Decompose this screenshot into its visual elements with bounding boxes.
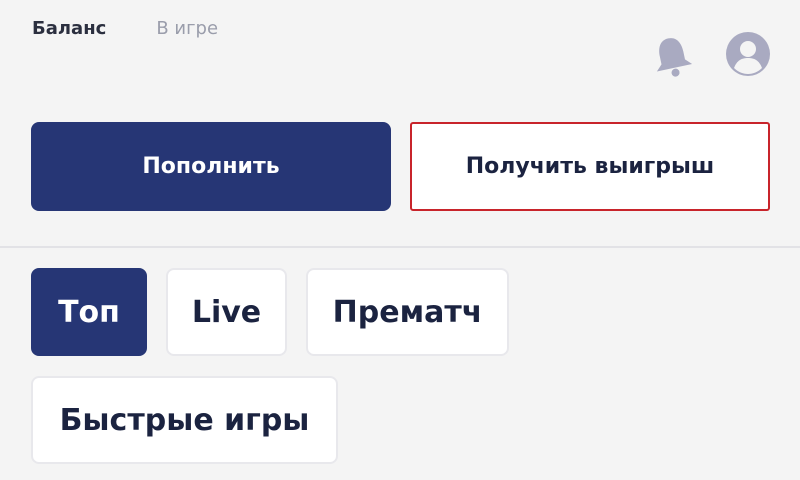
balance-tabs: Баланс В игре — [32, 18, 218, 39]
deposit-button[interactable]: Пополнить — [31, 122, 391, 211]
user-icon[interactable] — [724, 30, 772, 78]
category-top[interactable]: Топ — [31, 268, 147, 356]
tab-balance[interactable]: Баланс — [32, 18, 106, 39]
tab-in-game[interactable]: В игре — [156, 18, 218, 39]
bell-icon[interactable] — [648, 32, 696, 80]
category-live[interactable]: Live — [166, 268, 287, 356]
withdraw-button[interactable]: Получить выигрыш — [410, 122, 770, 211]
category-fast-games[interactable]: Быстрые игры — [31, 376, 338, 464]
category-prematch[interactable]: Прематч — [306, 268, 509, 356]
divider — [0, 246, 800, 248]
